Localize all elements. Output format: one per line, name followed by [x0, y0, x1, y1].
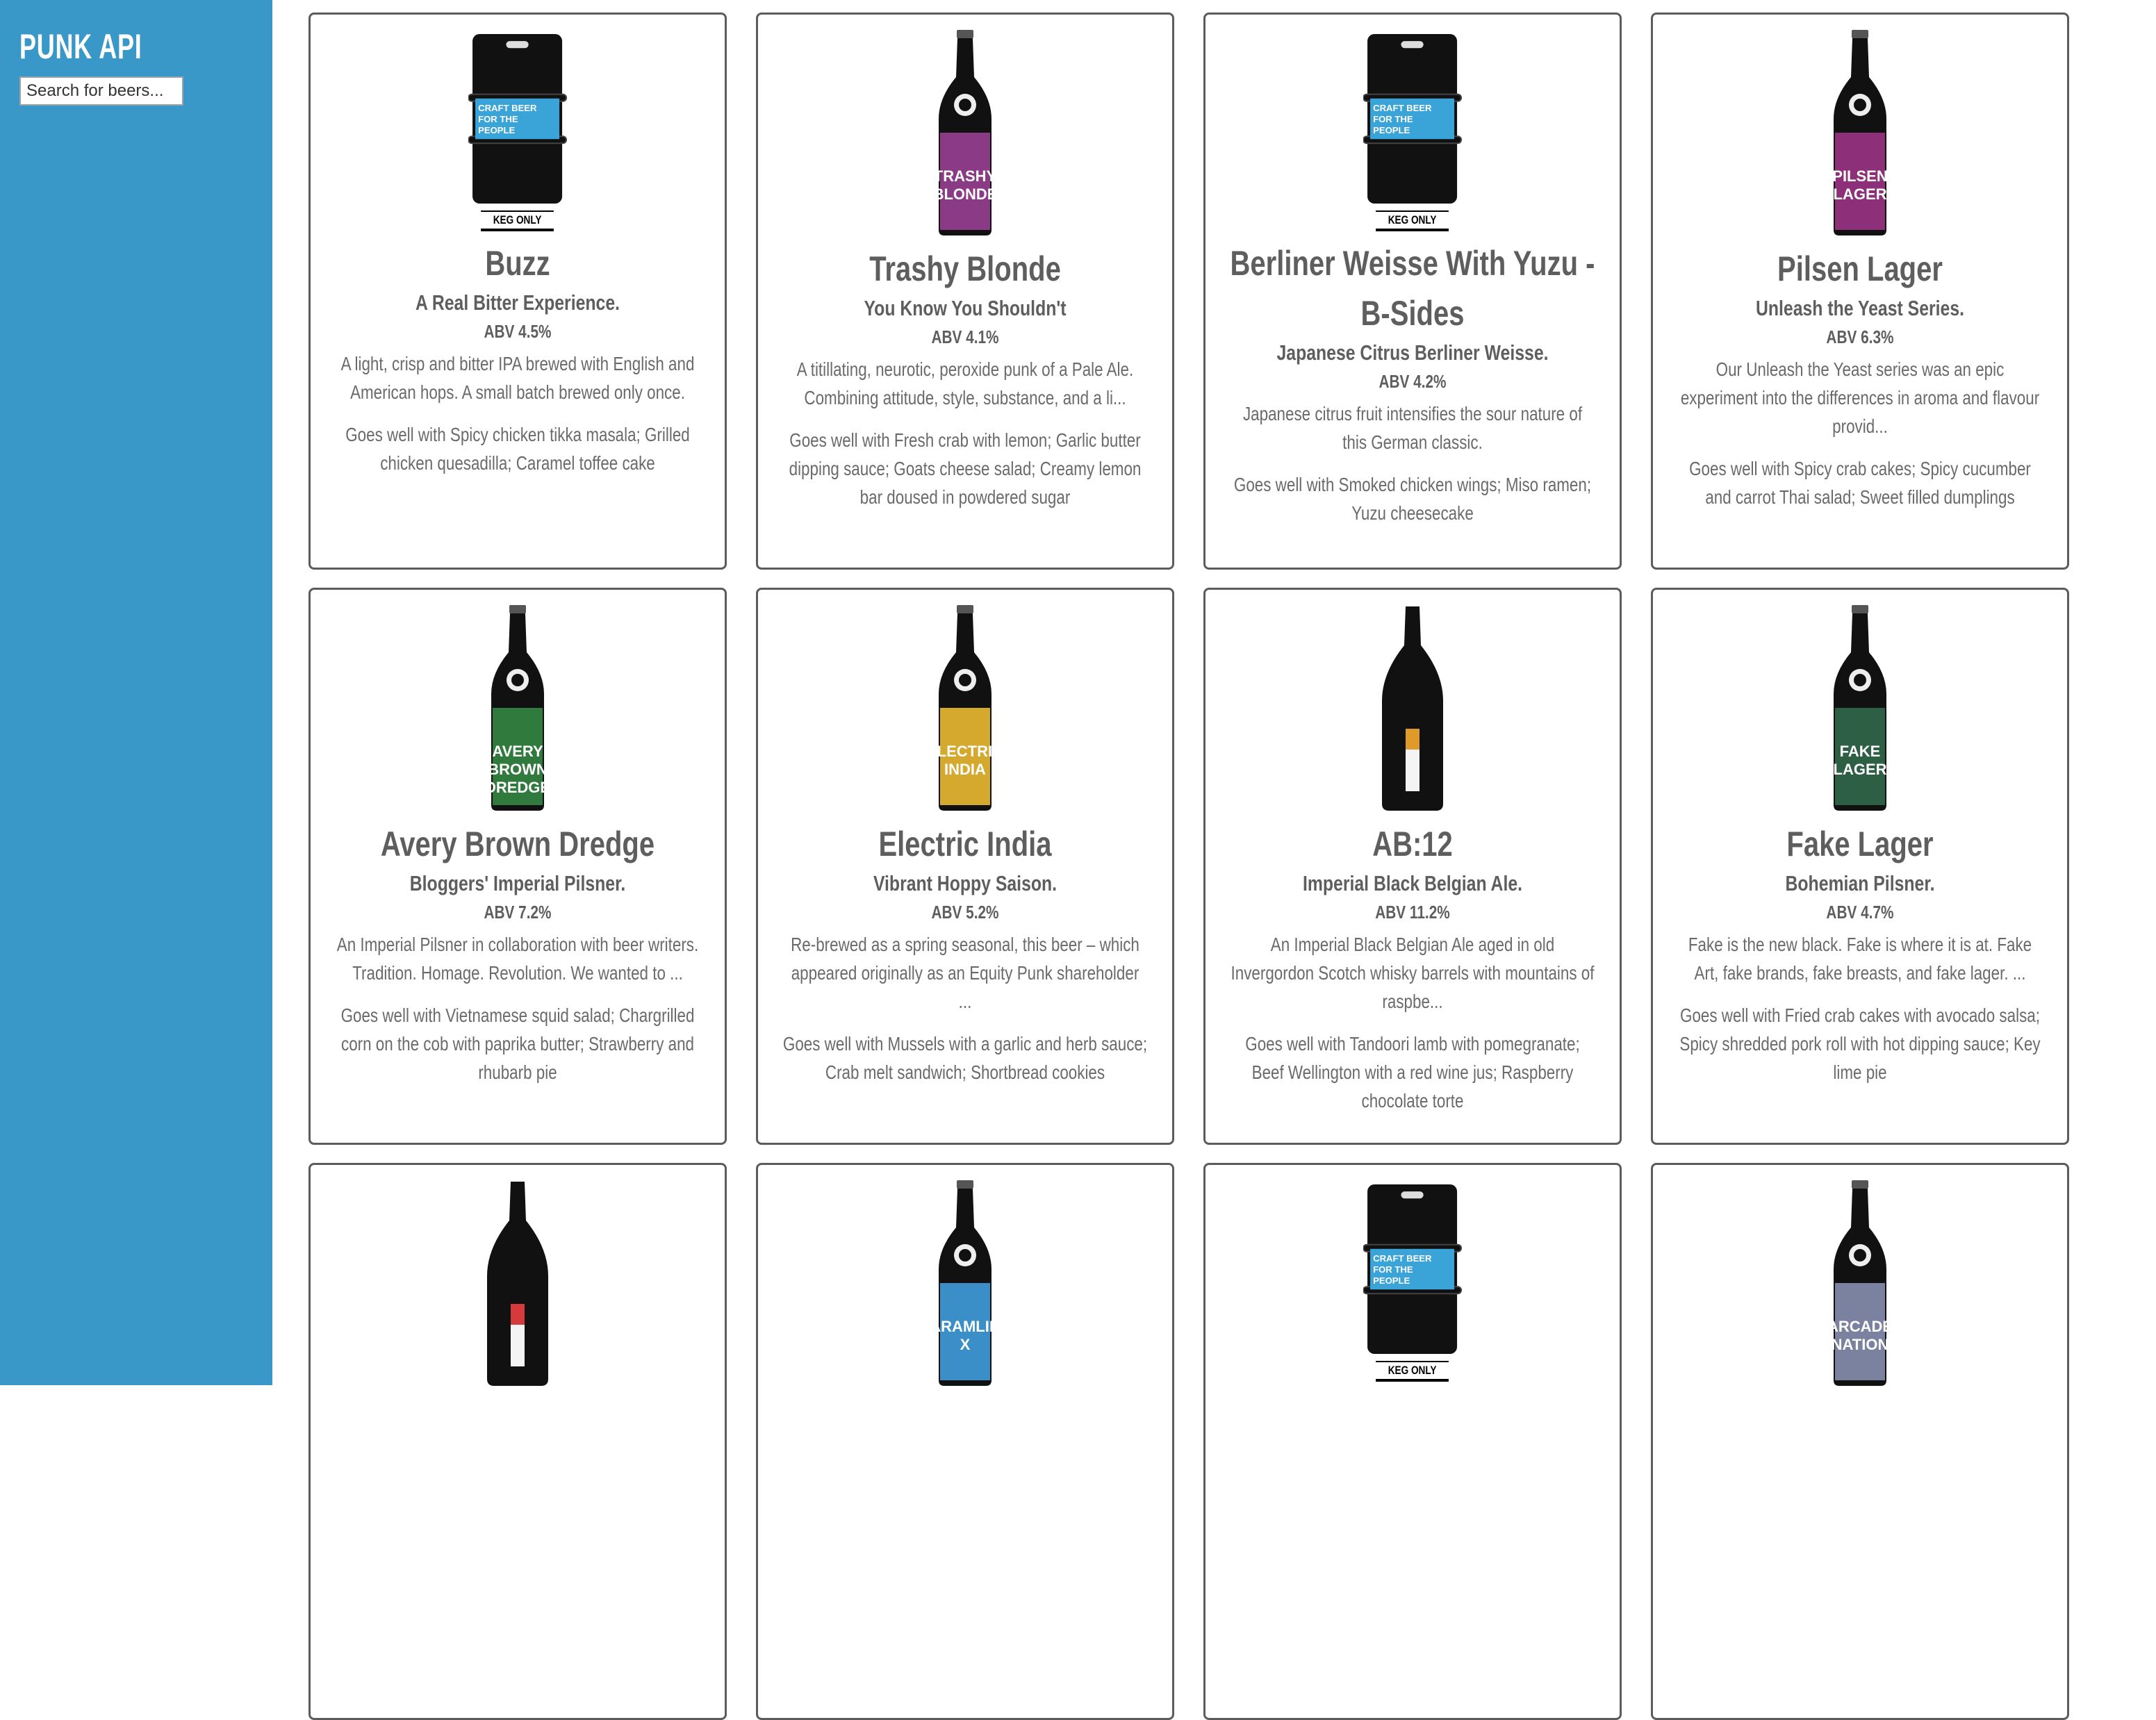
svg-text:DREDGE: DREDGE [487, 779, 548, 796]
beer-tagline: A Real Bitter Experience. [415, 290, 620, 315]
svg-text:ARCADE: ARCADE [1829, 1318, 1891, 1335]
svg-text:BROWN: BROWN [488, 761, 548, 778]
food-pairing: Goes well with Fresh crab with lemon; Ga… [789, 429, 1142, 508]
food-pairing: Goes well with Mussels with a garlic and… [782, 1033, 1148, 1083]
svg-text:LAGER: LAGER [1834, 761, 1887, 778]
svg-text:X: X [960, 1336, 971, 1353]
beer-abv: ABV 5.2% [931, 902, 999, 923]
svg-text:INDIA: INDIA [944, 761, 986, 778]
beer-name: Buzz [485, 244, 550, 283]
beer-tagline: Bloggers' Imperial Pilsner. [409, 871, 626, 895]
beer-description: A titillating, neurotic, peroxide punk o… [796, 358, 1134, 408]
svg-text:CRAFT BEER: CRAFT BEER [1374, 103, 1433, 113]
beer-tagline: Unleash the Yeast Series. [1755, 296, 1965, 320]
beer-bottle-image: ARCADENATION [1829, 1180, 1891, 1386]
beer-description: Re-brewed as a spring seasonal, this bee… [791, 934, 1139, 1012]
beer-bottle-image: PILSENLAGER [1832, 30, 1888, 235]
beer-bottle-image: TRASHYBLONDE [935, 30, 996, 235]
beer-tagline: Japanese Citrus Berliner Weisse. [1276, 340, 1549, 365]
beer-description: An Imperial Black Belgian Ale aged in ol… [1231, 934, 1595, 1012]
svg-text:PILSEN: PILSEN [1832, 167, 1887, 185]
food-pairing: Goes well with Smoked chicken wings; Mis… [1233, 474, 1592, 524]
keg-image: CRAFT BEERFOR THEPEOPLE [1363, 34, 1462, 204]
beer-description: Japanese citrus fruit intensifies the so… [1242, 403, 1583, 453]
search-input[interactable] [19, 76, 183, 106]
beer-abv: ABV 4.7% [1826, 902, 1894, 923]
beer-tagline: You Know You Shouldn't [864, 296, 1067, 320]
svg-text:FOR THE: FOR THE [1374, 114, 1414, 124]
beer-card[interactable]: AVERY BROWN DREDGE Avery Brown Dredge Blogge… [308, 588, 727, 1145]
svg-text:PEOPLE: PEOPLE [479, 125, 516, 135]
beer-description: A light, crisp and bitter IPA brewed wit… [340, 353, 695, 403]
beer-abv: ABV 4.1% [931, 326, 999, 347]
beer-card[interactable]: FAKE LAGER Fake Lager Bohemian Pilsner. ABV … [1651, 588, 2069, 1145]
beer-card[interactable]: ELECTRICINDIA Electric India Vibrant Hoppy… [756, 588, 1174, 1145]
beer-card[interactable]: TRASHY BLONDE Trashy Blonde You Know You Sh… [756, 13, 1174, 570]
keg-image: CRAFT BEERFOR THEPEOPLE [468, 34, 567, 204]
keg-image: CRAFT BEERFOR THEPEOPLE [1363, 1184, 1462, 1354]
beer-name: Avery Brown Dredge [380, 825, 655, 863]
svg-text:ARAMLIN: ARAMLIN [935, 1318, 996, 1335]
beer-tagline: Bohemian Pilsner. [1785, 871, 1935, 895]
beer-card[interactable]: CRAFT BEER FOR THE PEOPLE KEG ONLY [1203, 1163, 1622, 1720]
beer-description: Fake is the new black. Fake is where it … [1688, 934, 2032, 984]
beer-name: Electric India [878, 825, 1052, 863]
beer-name: Berliner Weisse With Yuzu - B-Sides [1230, 244, 1595, 333]
beer-card[interactable]: ARAMLINX [756, 1163, 1174, 1720]
food-pairing: Goes well with Fried crab cakes with avo… [1679, 1004, 2041, 1083]
beer-abv: ABV 6.3% [1826, 326, 1894, 347]
beer-tagline: Vibrant Hoppy Saison. [873, 871, 1058, 895]
svg-text:ELECTRIC: ELECTRIC [935, 743, 996, 760]
beer-name: AB:12 [1372, 825, 1453, 863]
sidebar: PUNK API [0, 0, 272, 1385]
keg-only-badge: KEG ONLY [1376, 1361, 1449, 1382]
svg-text:AVERY: AVERY [492, 743, 543, 760]
beer-bottle-image [487, 1182, 548, 1386]
beer-card[interactable]: CRAFT BEER FOR THE PEOPLE KEG ONLY Berliner … [1203, 13, 1622, 570]
beer-card[interactable]: PILSEN LAGER Pilsen Lager Unleash the Yeast… [1651, 13, 2069, 570]
svg-text:BLONDE: BLONDE [935, 185, 996, 203]
beer-name: Fake Lager [1786, 825, 1934, 863]
app-title: PUNK API [19, 27, 142, 66]
beer-name: Pilsen Lager [1777, 249, 1943, 288]
beer-card[interactable]: ARCADE NATION [1651, 1163, 2069, 1720]
beer-bottle-image: ELECTRICINDIA [935, 605, 996, 811]
beer-bottle-image: FAKELAGER [1834, 605, 1887, 811]
beer-card[interactable]: AB:12 Imperial Black Belgian Ale. ABV 11.2… [1203, 588, 1622, 1145]
food-pairing: Goes well with Vietnamese squid salad; C… [340, 1004, 695, 1083]
svg-text:FAKE: FAKE [1840, 743, 1881, 760]
food-pairing: Goes well with Spicy crab cakes; Spicy c… [1689, 458, 2031, 508]
svg-text:LAGER: LAGER [1834, 185, 1887, 203]
svg-text:CRAFT BEER: CRAFT BEER [1374, 1253, 1433, 1264]
food-pairing: Goes well with Spicy chicken tikka masal… [345, 424, 690, 474]
beer-description: Our Unleash the Yeast series was an epic… [1680, 358, 2040, 437]
svg-text:FOR THE: FOR THE [479, 114, 519, 124]
beer-abv: ABV 4.2% [1379, 371, 1447, 392]
beer-card[interactable]: CRAFT BEER FOR THE PEOPLE KEG ONLY Buzz A Rea… [308, 13, 727, 570]
beer-name: Trashy Blonde [869, 249, 1061, 288]
beer-tagline: Imperial Black Belgian Ale. [1302, 871, 1523, 895]
food-pairing: Goes well with Tandoori lamb with pomegr… [1245, 1033, 1580, 1111]
beer-grid: CRAFT BEER FOR THE PEOPLE KEG ONLY Buzz A Rea… [308, 13, 2069, 1720]
svg-text:PEOPLE: PEOPLE [1374, 125, 1410, 135]
svg-text:FOR THE: FOR THE [1374, 1264, 1414, 1275]
svg-text:TRASHY: TRASHY [935, 167, 996, 185]
keg-only-badge: KEG ONLY [481, 210, 554, 231]
keg-only-badge: KEG ONLY [1376, 210, 1449, 231]
svg-text:NATION: NATION [1832, 1336, 1889, 1353]
svg-text:PEOPLE: PEOPLE [1374, 1275, 1410, 1286]
svg-text:CRAFT BEER: CRAFT BEER [479, 103, 538, 113]
beer-bottle-image: ARAMLINX [935, 1180, 996, 1386]
beer-bottle-image [1382, 606, 1443, 811]
beer-bottle-image: AVERYBROWNDREDGE [487, 605, 548, 811]
beer-abv: ABV 7.2% [484, 902, 552, 923]
beer-abv: ABV 11.2% [1375, 902, 1450, 923]
beer-card[interactable] [308, 1163, 727, 1720]
beer-abv: ABV 4.5% [484, 321, 552, 342]
beer-description: An Imperial Pilsner in collaboration wit… [336, 934, 699, 984]
